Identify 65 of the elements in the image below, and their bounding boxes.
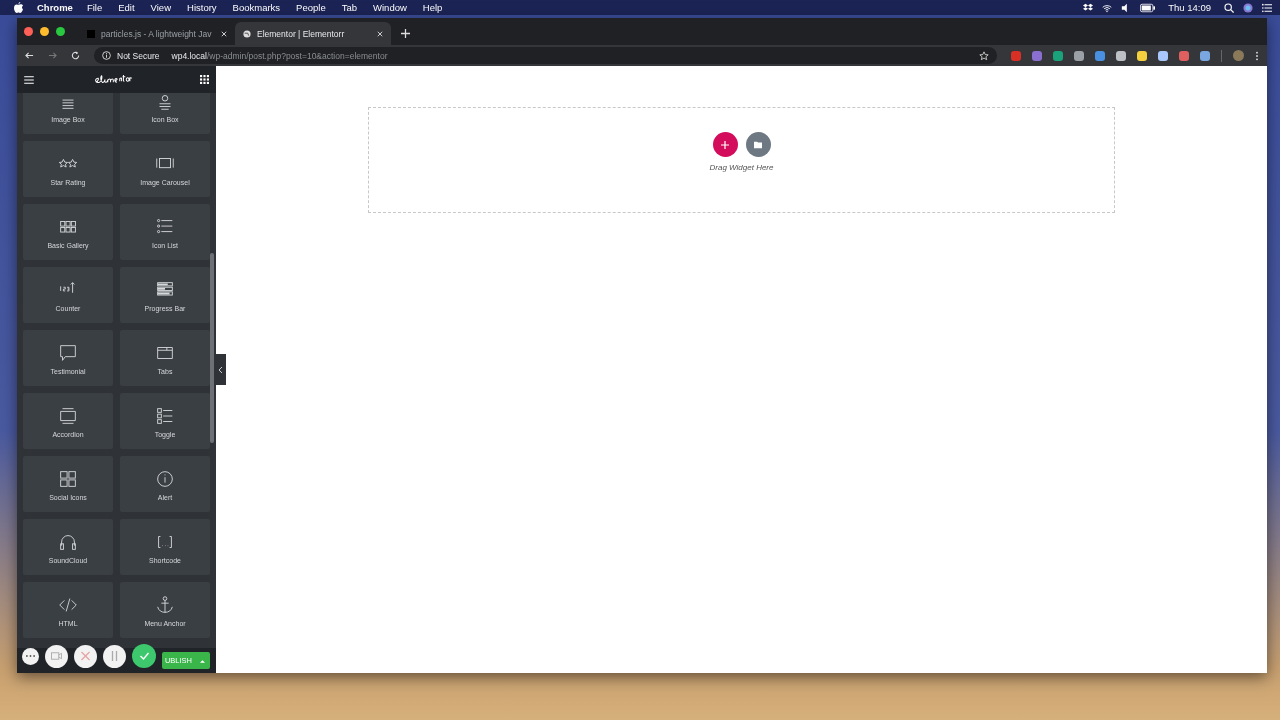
more-menu-icon[interactable] — [1255, 50, 1259, 61]
caret-icon — [200, 658, 205, 663]
drop-zone[interactable]: Drag Widget Here — [368, 107, 1115, 213]
zoom-window-button[interactable] — [56, 27, 65, 36]
menu-item[interactable]: Window — [373, 2, 407, 13]
apps-grid-icon[interactable] — [200, 75, 209, 84]
folder-icon — [754, 140, 762, 149]
menu-item[interactable]: History — [187, 2, 217, 13]
close-tab-icon[interactable] — [221, 30, 227, 37]
cancel-button[interactable] — [74, 644, 97, 668]
add-template-button[interactable] — [745, 132, 771, 157]
close-window-button[interactable] — [24, 27, 33, 36]
wifi-icon[interactable] — [1102, 2, 1113, 13]
extension-icon[interactable] — [1137, 50, 1147, 61]
camera-button[interactable] — [45, 644, 68, 668]
menu-item[interactable]: Edit — [118, 2, 135, 13]
extension-icon[interactable] — [1116, 50, 1126, 61]
browser-tab[interactable]: particles.js - A lightweight Jav — [79, 22, 235, 45]
scrollbar-thumb[interactable] — [210, 253, 214, 443]
extension-icon[interactable] — [1200, 50, 1210, 61]
app-menu[interactable]: Chrome — [37, 2, 73, 13]
menu-item[interactable]: File — [86, 2, 103, 13]
menu-item[interactable]: View — [150, 2, 171, 13]
clock[interactable]: Thu 14:09 — [1168, 2, 1211, 13]
drop-hint: Drag Widget Here — [709, 163, 774, 172]
address-bar[interactable]: Not Secure wp4.local/wp-admin/post.php?post=10&action=elementor — [94, 47, 997, 64]
forward-arrow-icon[interactable] — [48, 51, 57, 60]
bookmark-star-icon[interactable] — [979, 50, 989, 61]
extension-icon[interactable] — [1053, 50, 1063, 61]
chevron-left-icon — [219, 366, 223, 373]
square-favicon-icon — [87, 29, 95, 38]
extension-icon[interactable] — [1158, 50, 1168, 61]
search-icon[interactable] — [1224, 2, 1234, 13]
extension-icon[interactable] — [1074, 50, 1084, 61]
close-tab-icon[interactable] — [377, 30, 383, 37]
security-label: Not Secure — [117, 50, 160, 61]
profile-avatar[interactable] — [1233, 50, 1244, 61]
plus-icon — [721, 140, 729, 149]
extension-icon[interactable] — [1095, 50, 1105, 61]
new-tab-icon[interactable] — [401, 29, 410, 38]
check-icon — [138, 651, 150, 661]
info-icon — [102, 51, 111, 60]
menu-item[interactable]: Help — [422, 2, 443, 13]
back-arrow-icon[interactable] — [25, 51, 34, 60]
reload-icon[interactable] — [71, 51, 80, 60]
pause-icon — [109, 651, 120, 661]
url-text: wp4.local/wp-admin/post.php?post=10&action=elementor — [171, 50, 388, 61]
anchor-widget-icon — [154, 593, 176, 616]
minimize-window-button[interactable] — [40, 27, 49, 36]
menu-item[interactable]: Bookmarks — [232, 2, 281, 13]
extension-icon[interactable] — [1179, 50, 1189, 61]
globe-icon — [243, 29, 251, 38]
apple-icon[interactable] — [14, 2, 23, 13]
menu-item[interactable]: People — [296, 2, 326, 13]
pause-button[interactable] — [103, 644, 126, 668]
menu-item[interactable]: Tab — [341, 2, 357, 13]
browser-tab[interactable]: Elementor | Elementorr — [235, 22, 391, 45]
notification-list-icon[interactable] — [1262, 2, 1272, 13]
confirm-button[interactable] — [132, 644, 156, 668]
menu-icon[interactable] — [24, 75, 34, 84]
collapse-panel-handle[interactable] — [216, 354, 226, 385]
close-icon — [80, 651, 91, 661]
camera-icon — [51, 651, 62, 661]
add-section-button[interactable] — [712, 132, 738, 157]
battery-icon[interactable] — [1140, 2, 1156, 13]
